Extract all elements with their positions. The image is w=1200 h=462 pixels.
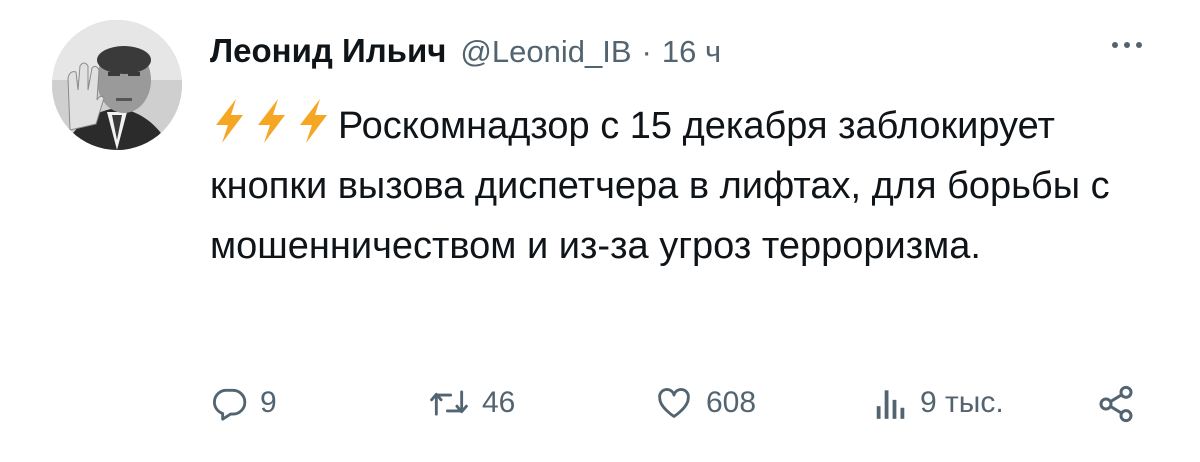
lightning-emoji-icon bbox=[258, 99, 285, 143]
like-count: 608 bbox=[706, 386, 757, 419]
timestamp[interactable]: 16 ч bbox=[662, 34, 721, 70]
tweet-body: Роскомнадзор с 15 декабря заблокирует кн… bbox=[210, 105, 1110, 267]
tweet-header: Леонид Ильич @Leonid_IB · 16 ч bbox=[210, 32, 721, 80]
heart-icon bbox=[658, 388, 690, 418]
tweet-text: Роскомнадзор с 15 декабря заблокирует кн… bbox=[210, 96, 1150, 276]
like-button[interactable]: 608 bbox=[654, 384, 756, 422]
action-bar: 9 46 608 9 тыс. bbox=[210, 384, 1150, 444]
separator-dot: · bbox=[641, 34, 652, 69]
avatar-image bbox=[52, 20, 182, 150]
views-icon bbox=[876, 390, 905, 419]
reply-count: 9 bbox=[260, 386, 277, 419]
repost-button[interactable]: 46 bbox=[428, 384, 515, 422]
avatar[interactable] bbox=[52, 20, 182, 150]
lightning-emoji-icon bbox=[216, 99, 243, 143]
more-dot bbox=[1136, 42, 1142, 48]
reply-button[interactable]: 9 bbox=[210, 384, 277, 422]
share-button[interactable] bbox=[1096, 384, 1136, 424]
tweet: Леонид Ильич @Leonid_IB · 16 ч Роскомнад… bbox=[0, 0, 1200, 462]
more-dots-icon[interactable] bbox=[1112, 42, 1142, 48]
repost-count: 46 bbox=[482, 386, 516, 419]
user-handle[interactable]: @Leonid_IB bbox=[460, 34, 631, 70]
lightning-emojis bbox=[210, 98, 332, 144]
views-count: 9 тыс. bbox=[920, 386, 1004, 419]
lightning-emoji-icon bbox=[300, 99, 327, 143]
repost-icon bbox=[430, 390, 468, 416]
more-dot bbox=[1124, 42, 1130, 48]
share-icon bbox=[1099, 385, 1133, 423]
views-button[interactable]: 9 тыс. bbox=[874, 384, 1004, 422]
reply-icon bbox=[213, 388, 247, 421]
more-dot bbox=[1112, 42, 1118, 48]
display-name[interactable]: Леонид Ильич bbox=[210, 32, 446, 70]
